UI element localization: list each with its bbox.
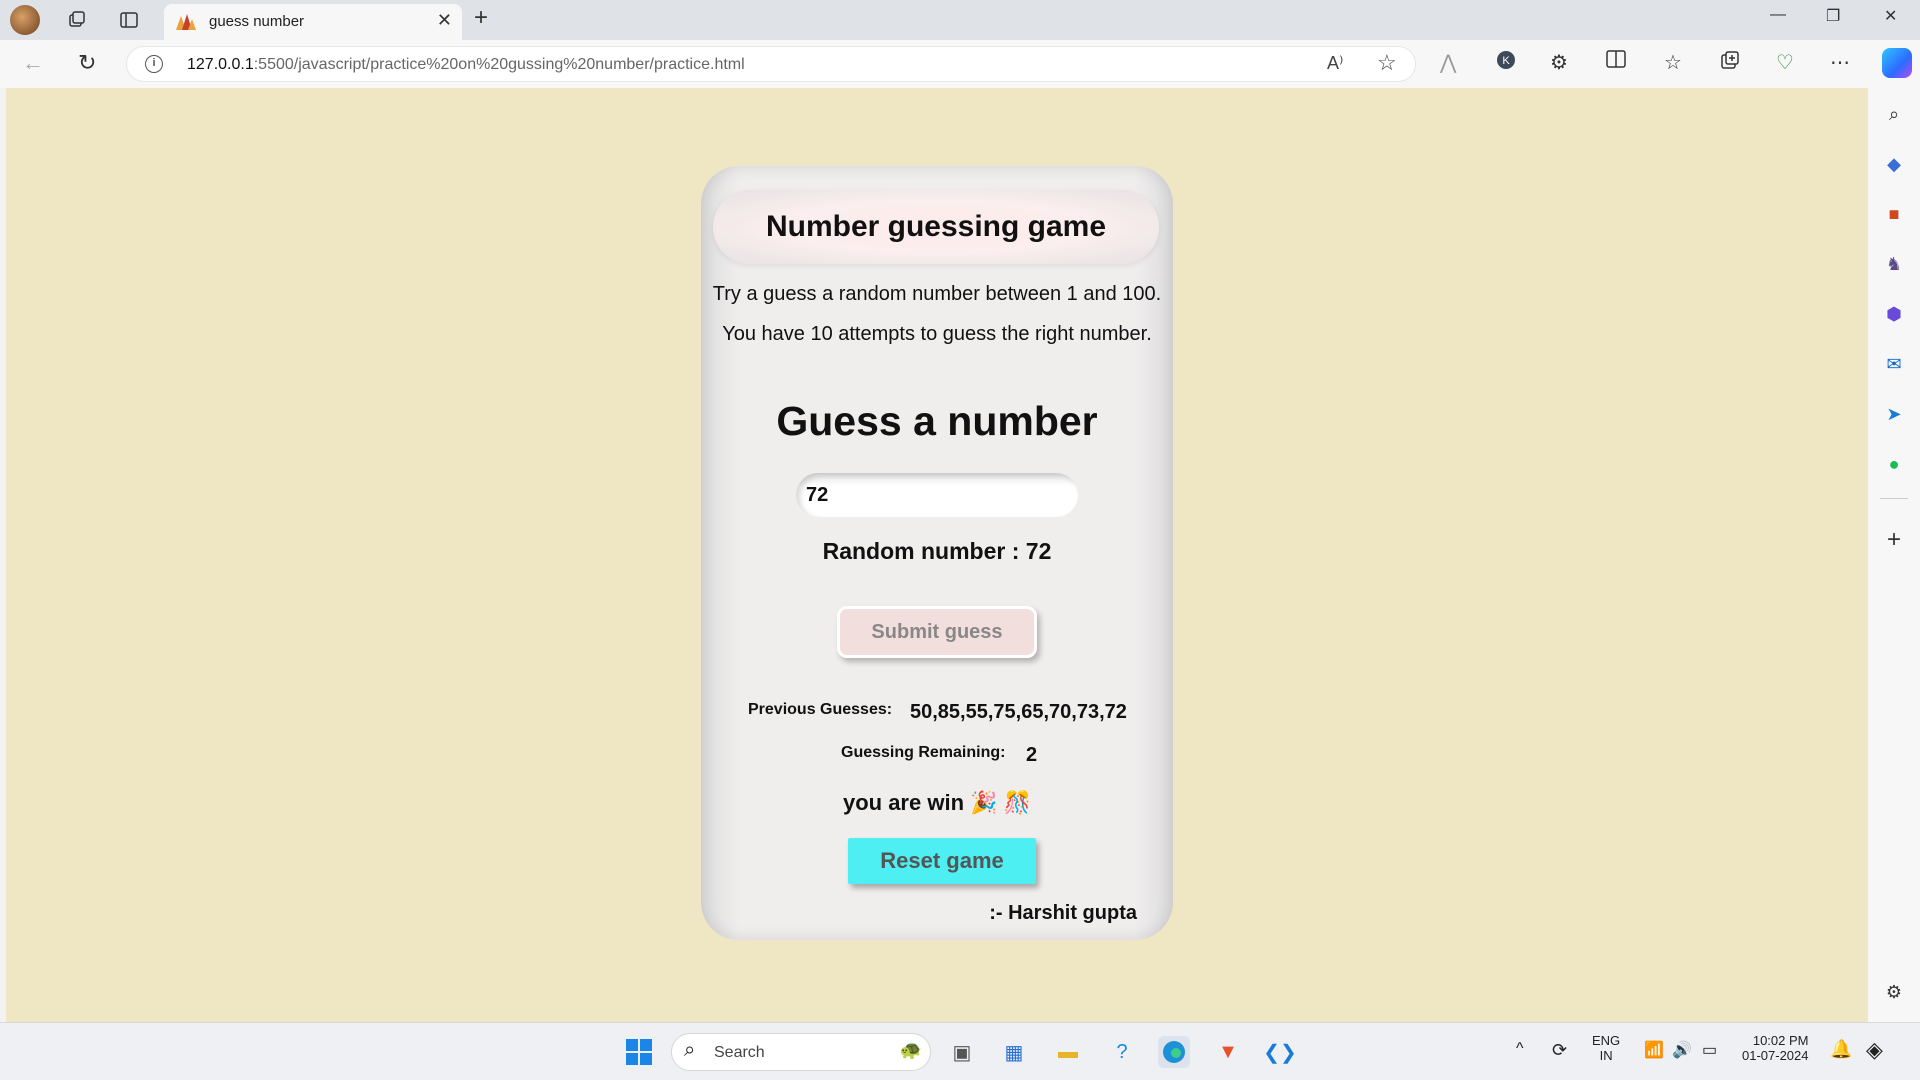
split-screen-icon[interactable]	[1606, 50, 1626, 74]
intro-text-range: Try a guess a random number between 1 an…	[712, 283, 1162, 305]
address-path: :5500/javascript/practice%20on%20gussing…	[253, 56, 745, 73]
copilot-icon[interactable]	[1882, 48, 1912, 78]
taskbar-search-label: Search	[714, 1044, 765, 1061]
language-indicator[interactable]: ENG IN	[1592, 1033, 1620, 1063]
tray-sync-icon[interactable]: ⟳	[1552, 1040, 1567, 1061]
clock-date: 01-07-2024	[1742, 1048, 1809, 1063]
sidebar-add-icon[interactable]: +	[1882, 526, 1906, 553]
help-icon[interactable]: ?	[1106, 1036, 1138, 1068]
tab-title: guess number	[209, 13, 305, 30]
address-bar[interactable]: i 127.0.0.1:5500/javascript/practice%20o…	[126, 46, 1416, 82]
tab-bar: guess number ✕ + — ❐ ✕	[0, 0, 1920, 40]
edge-sidebar: ⌕ ◆ ■ ♞ ⬢ ✉ ➤ ● + ⚙	[1868, 88, 1920, 1022]
submit-guess-button[interactable]: Submit guess	[837, 606, 1037, 658]
window-close-icon[interactable]: ✕	[1884, 6, 1897, 26]
reset-game-button[interactable]: Reset game	[848, 838, 1036, 884]
browser-toolbar: ← ↻ i 127.0.0.1:5500/javascript/practice…	[0, 40, 1920, 88]
clock[interactable]: 10:02 PM 01-07-2024	[1742, 1033, 1809, 1063]
guess-input[interactable]	[796, 473, 1078, 517]
browser-essentials-icon[interactable]: ♡	[1776, 50, 1794, 75]
win-message: you are win 🎉 🎊	[842, 790, 1032, 815]
sidebar-divider	[1880, 498, 1908, 499]
favorite-star-icon[interactable]: ☆	[1377, 50, 1397, 76]
tab-close-icon[interactable]: ✕	[437, 10, 452, 31]
language-code: ENG	[1592, 1033, 1621, 1048]
taskbar: ⌕ Search 🐢 ▣ ▦ ▬ ? ▼ ❮❯ ^ ⟳ ENG IN 📶 🔊 ▭…	[0, 1022, 1920, 1080]
file-explorer-icon[interactable]: ▬	[1052, 1036, 1084, 1068]
sidebar-send-icon[interactable]: ➤	[1882, 402, 1906, 426]
clock-time: 10:02 PM	[1752, 1033, 1809, 1048]
copilot-taskbar-icon[interactable]: ◈	[1866, 1037, 1883, 1063]
game-header: Number guessing game	[713, 190, 1159, 264]
minimize-icon[interactable]: —	[1770, 6, 1786, 24]
sidebar-outlook-icon[interactable]: ✉	[1882, 352, 1906, 376]
site-info-icon[interactable]: i	[145, 55, 163, 73]
start-windows-icon[interactable]	[623, 1036, 655, 1068]
task-view-icon[interactable]: ▣	[946, 1036, 978, 1068]
notification-bell-icon[interactable]: 🔔	[1830, 1039, 1852, 1060]
page-viewport: Number guessing game Try a guess a rando…	[6, 88, 1868, 1022]
sidebar-tools-icon[interactable]: ■	[1882, 202, 1906, 226]
search-highlight-icon: 🐢	[899, 1040, 922, 1060]
extension-k-icon[interactable]: K	[1496, 50, 1516, 76]
previous-guesses-value: 50,85,55,75,65,70,73,72	[910, 701, 1127, 723]
sidebar-spotify-icon[interactable]: ●	[1882, 452, 1906, 476]
game-card: Number guessing game Try a guess a rando…	[701, 166, 1173, 940]
brave-browser-icon[interactable]: ▼	[1212, 1036, 1244, 1068]
workspaces-icon[interactable]	[61, 6, 93, 34]
game-title: Number guessing game	[765, 210, 1107, 243]
sidebar-search-icon[interactable]: ⌕	[1882, 102, 1906, 126]
tray-chevron-icon[interactable]: ^	[1516, 1040, 1524, 1058]
previous-guesses-label: Previous Guesses:	[748, 701, 893, 718]
refresh-icon[interactable]: ↻	[78, 50, 96, 76]
sidebar-microsoft365-icon[interactable]: ⬢	[1882, 302, 1906, 326]
volume-icon[interactable]: 🔊	[1672, 1040, 1692, 1060]
settings-more-icon[interactable]: ⋯	[1830, 50, 1850, 75]
author-credit: :- Harshit gupta	[989, 902, 1137, 924]
guess-heading: Guess a number	[776, 398, 1098, 444]
vscode-icon[interactable]: ❮❯	[1263, 1036, 1297, 1068]
edge-browser-icon[interactable]	[1158, 1036, 1190, 1068]
back-icon[interactable]: ←	[22, 50, 44, 76]
guessing-remaining-label: Guessing Remaining:	[841, 744, 1006, 761]
taskbar-search-icon: ⌕	[684, 1039, 696, 1061]
profile-avatar[interactable]	[10, 5, 40, 35]
favorites-icon[interactable]: ☆	[1664, 50, 1682, 75]
random-number-text: Random number : 72	[822, 538, 1052, 564]
sidebar-games-icon[interactable]: ♞	[1882, 252, 1906, 276]
extensions-icon[interactable]: ⚙	[1550, 50, 1568, 75]
tab-guess-number[interactable]: guess number ✕	[164, 4, 462, 40]
restore-icon[interactable]: ❐	[1826, 6, 1840, 26]
read-aloud-icon[interactable]: A⁾	[1327, 53, 1343, 74]
intro-text-attempts: You have 10 attempts to guess the right …	[722, 323, 1152, 345]
taskbar-search[interactable]: ⌕ Search 🐢	[671, 1033, 931, 1071]
microsoft-store-icon[interactable]: ▦	[998, 1036, 1030, 1068]
new-tab-icon[interactable]: +	[474, 4, 488, 32]
extension-a-icon[interactable]: ⋀	[1440, 50, 1456, 75]
sidebar-shopping-icon[interactable]: ◆	[1882, 152, 1906, 176]
address-url[interactable]: 127.0.0.1:5500/javascript/practice%20on%…	[187, 56, 745, 74]
tab-favicon-icon	[176, 14, 196, 30]
sidebar-settings-icon[interactable]: ⚙	[1882, 980, 1906, 1004]
guessing-remaining-value: 2	[1026, 744, 1038, 766]
address-host: 127.0.0.1	[187, 56, 254, 73]
wifi-icon[interactable]: 📶	[1644, 1040, 1664, 1060]
svg-text:K: K	[1502, 55, 1510, 67]
region-code: IN	[1599, 1048, 1613, 1063]
vertical-tabs-icon[interactable]	[113, 6, 145, 34]
battery-icon[interactable]: ▭	[1702, 1040, 1717, 1060]
collections-icon[interactable]	[1720, 50, 1740, 76]
